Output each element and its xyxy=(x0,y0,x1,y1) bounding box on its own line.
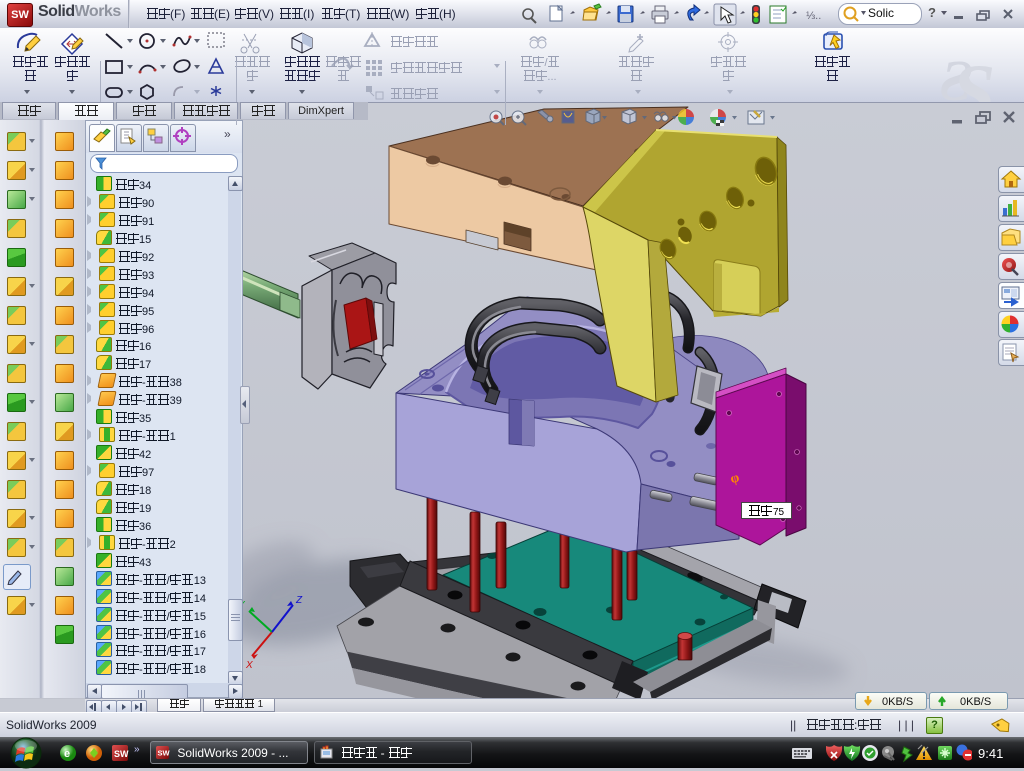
svg-text:SW: SW xyxy=(158,749,171,758)
svg-text:e: e xyxy=(64,748,70,760)
svg-text:Z: Z xyxy=(295,595,303,606)
svg-text:S: S xyxy=(952,48,995,102)
svg-text:»: » xyxy=(134,744,140,755)
svg-text:X: X xyxy=(245,660,253,671)
svg-text:⅓..: ⅓.. xyxy=(806,10,821,22)
svg-text:SW: SW xyxy=(114,749,129,759)
